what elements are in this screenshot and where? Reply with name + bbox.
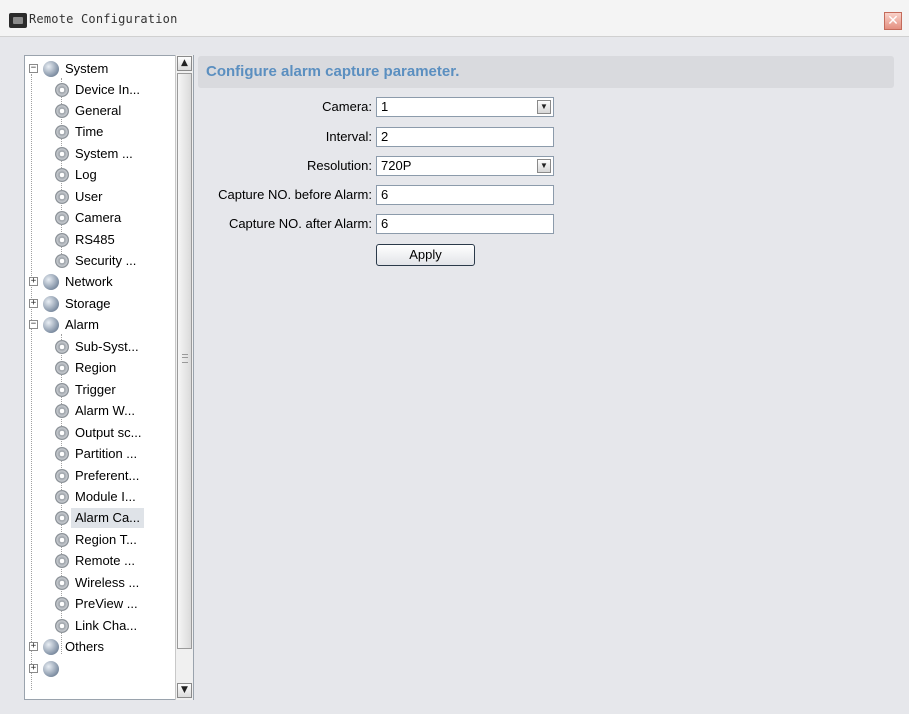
capture-before-field[interactable]: 6 xyxy=(376,185,554,205)
camera-label: Camera: xyxy=(322,99,372,114)
tree-item-label: System ... xyxy=(75,146,133,161)
expand-icon[interactable]: + xyxy=(29,299,38,308)
resolution-value: 720P xyxy=(381,158,412,173)
gear-icon xyxy=(55,554,69,568)
tree-item-label: User xyxy=(75,189,103,204)
tree-guide-line xyxy=(31,74,32,690)
gear-icon xyxy=(55,426,69,440)
page-title: Configure alarm capture parameter. xyxy=(206,63,460,80)
gear-icon xyxy=(55,619,69,633)
gear-icon xyxy=(55,83,69,97)
globe-icon xyxy=(43,296,59,312)
apply-button[interactable]: Apply xyxy=(376,244,475,266)
tree-item-label: Preferent... xyxy=(75,468,140,483)
gear-icon xyxy=(55,533,69,547)
tree-item-label: RS485 xyxy=(75,232,115,247)
tree-item-label: Partition ... xyxy=(75,446,138,461)
globe-icon xyxy=(43,274,59,290)
grip-icon xyxy=(182,354,188,363)
resolution-label: Resolution: xyxy=(306,158,372,173)
scroll-down-icon[interactable]: ▼ xyxy=(177,683,192,698)
capture-before-value: 6 xyxy=(381,187,389,202)
gear-icon xyxy=(55,490,69,504)
gear-icon xyxy=(55,469,69,483)
tree-item-label: Sub-Syst... xyxy=(75,339,139,354)
expand-icon[interactable]: + xyxy=(29,664,38,673)
gear-icon xyxy=(55,383,69,397)
title-bar: Remote Configuration ✕ xyxy=(0,0,909,37)
tree-item-label: Security ... xyxy=(75,253,137,268)
gear-icon xyxy=(55,104,69,118)
gear-icon xyxy=(55,447,69,461)
gear-icon xyxy=(55,254,69,268)
tree-node-label: Storage xyxy=(65,296,111,311)
tree-item-label: Remote ... xyxy=(75,553,135,568)
scroll-thumb[interactable] xyxy=(177,73,192,649)
globe-icon xyxy=(43,317,59,333)
collapse-icon[interactable]: − xyxy=(29,320,38,329)
capture-after-value: 6 xyxy=(381,216,389,231)
globe-icon xyxy=(43,639,59,655)
tree-item-label: Wireless ... xyxy=(75,575,140,590)
gear-icon xyxy=(55,190,69,204)
gear-icon xyxy=(55,404,69,418)
gear-icon xyxy=(55,168,69,182)
interval-label: Interval: xyxy=(325,129,372,144)
capture-before-label: Capture NO. before Alarm: xyxy=(218,187,372,202)
tree-item-label: Camera xyxy=(75,210,122,225)
tree-item-label: Time xyxy=(75,124,104,139)
interval-field[interactable]: 2 xyxy=(376,127,554,147)
expand-icon[interactable]: + xyxy=(29,277,38,286)
gear-icon xyxy=(55,597,69,611)
capture-after-field[interactable]: 6 xyxy=(376,214,554,234)
remote-configuration-window: Remote Configuration ✕ − System Device I… xyxy=(0,0,909,714)
close-icon[interactable]: ✕ xyxy=(884,12,902,30)
tree-item-label: Module I... xyxy=(75,489,136,504)
resolution-select[interactable]: 720P ▼ xyxy=(376,156,554,176)
gear-icon xyxy=(55,340,69,354)
gear-icon xyxy=(55,147,69,161)
section-header: Configure alarm capture parameter. xyxy=(198,56,894,88)
tree-node-label: Network xyxy=(65,274,113,289)
app-icon xyxy=(9,13,27,28)
camera-value: 1 xyxy=(381,99,389,114)
gear-icon xyxy=(55,211,69,225)
globe-icon xyxy=(43,61,59,77)
collapse-icon[interactable]: − xyxy=(29,64,38,73)
interval-value: 2 xyxy=(381,129,389,144)
tree-item-label: Region xyxy=(75,360,117,375)
expand-icon[interactable]: + xyxy=(29,642,38,651)
tree-item-label: Region T... xyxy=(75,532,137,547)
tree-item-label: Alarm Ca... xyxy=(71,508,145,528)
tree-item-label: Output sc... xyxy=(75,425,142,440)
tree-item-label: Trigger xyxy=(75,382,116,397)
tree-scrollbar[interactable]: ▲ ▼ xyxy=(175,55,193,700)
gear-icon xyxy=(55,125,69,139)
gear-icon xyxy=(55,361,69,375)
tree-item-label: Log xyxy=(75,167,97,182)
config-tree: − System Device In... General Time Syste… xyxy=(24,55,194,700)
gear-icon xyxy=(55,576,69,590)
tree-node-label: Alarm xyxy=(65,317,99,332)
capture-after-label: Capture NO. after Alarm: xyxy=(228,216,372,231)
chevron-down-icon[interactable]: ▼ xyxy=(537,100,551,114)
gear-icon xyxy=(55,511,69,525)
tree-node-label: System xyxy=(65,61,109,76)
window-title: Remote Configuration xyxy=(29,12,178,26)
tree-item-label: Alarm W... xyxy=(75,403,135,418)
tree-item-label: PreView ... xyxy=(75,596,138,611)
globe-icon xyxy=(43,661,59,677)
camera-select[interactable]: 1 ▼ xyxy=(376,97,554,117)
scroll-up-icon[interactable]: ▲ xyxy=(177,56,192,71)
tree-item-label: General xyxy=(75,103,122,118)
gear-icon xyxy=(55,233,69,247)
tree-item-label: Device In... xyxy=(75,82,141,97)
tree-node-label: Others xyxy=(65,639,105,654)
chevron-down-icon[interactable]: ▼ xyxy=(537,159,551,173)
tree-item-label: Link Cha... xyxy=(75,618,138,633)
